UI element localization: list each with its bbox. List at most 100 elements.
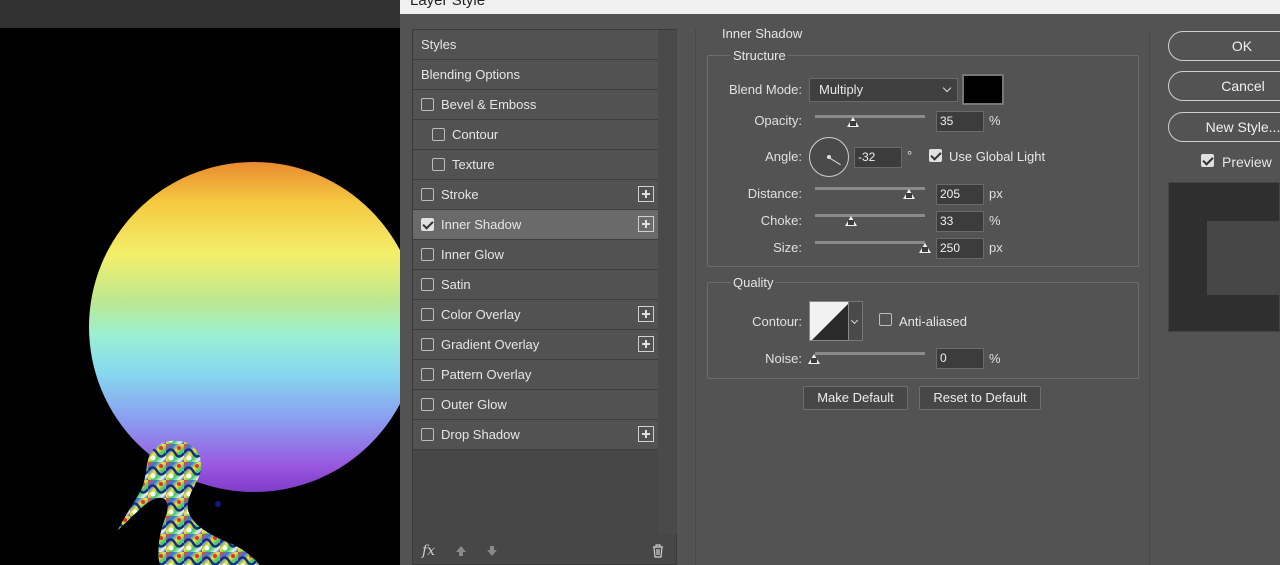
style-item-label: Satin <box>441 277 471 292</box>
style-item-checkbox[interactable] <box>421 278 434 291</box>
style-preview-inner <box>1207 221 1280 295</box>
style-item-pattern-overlay[interactable]: Pattern Overlay <box>413 360 658 390</box>
style-item-contour[interactable]: Contour <box>413 120 658 150</box>
style-item-drop-shadow[interactable]: Drop Shadow <box>413 420 658 450</box>
opacity-slider-thumb[interactable] <box>847 117 859 127</box>
style-item-label: Inner Glow <box>441 247 504 262</box>
style-item-styles[interactable]: Styles <box>413 30 658 60</box>
add-effect-plus-icon[interactable] <box>638 306 654 322</box>
distance-slider-thumb[interactable] <box>903 189 915 199</box>
preview-checkbox[interactable] <box>1201 154 1214 167</box>
angle-unit: ° <box>907 148 913 163</box>
cancel-button[interactable]: Cancel <box>1168 71 1280 101</box>
fx-button[interactable]: fx <box>422 543 435 559</box>
style-item-checkbox[interactable] <box>421 248 434 261</box>
reset-to-default-button[interactable]: Reset to Default <box>919 386 1041 410</box>
contour-label: Contour: <box>752 314 802 329</box>
style-item-checkbox[interactable] <box>432 128 445 141</box>
styles-panel: Styles Blending Options Bevel & Emboss Cont… <box>412 29 677 565</box>
style-item-blending-options[interactable]: Blending Options <box>413 60 658 90</box>
shadow-color-swatch[interactable] <box>962 74 1004 105</box>
duck-silhouette-image <box>118 440 260 565</box>
app-top-bar <box>0 0 400 28</box>
size-slider-track[interactable] <box>815 241 925 244</box>
chevron-down-icon <box>942 83 952 93</box>
chevron-down-icon <box>850 316 859 325</box>
arrow-up-icon[interactable] <box>454 544 468 558</box>
choke-slider-track[interactable] <box>815 214 925 217</box>
structure-title: Structure <box>731 48 788 63</box>
layer-style-dialog: Layer Style Styles Blending Options Bevel … <box>400 0 1280 565</box>
style-item-label: Blending Options <box>421 67 521 82</box>
distance-unit: px <box>989 186 1003 201</box>
angle-dial[interactable] <box>809 137 849 177</box>
contour-picker[interactable] <box>809 301 849 341</box>
size-unit: px <box>989 240 1003 255</box>
new-style-label: New Style... <box>1205 119 1280 135</box>
style-preview-thumbnail <box>1168 182 1280 332</box>
opacity-input[interactable]: 35 <box>936 111 984 132</box>
style-item-satin[interactable]: Satin <box>413 270 658 300</box>
style-item-color-overlay[interactable]: Color Overlay <box>413 300 658 330</box>
noise-unit: % <box>989 351 1001 366</box>
style-item-checkbox[interactable] <box>421 398 434 411</box>
noise-input[interactable]: 0 <box>936 348 984 369</box>
size-label: Size: <box>773 240 802 255</box>
style-item-label: Inner Shadow <box>441 217 522 232</box>
panel-divider <box>695 29 696 565</box>
style-item-label: Drop Shadow <box>441 427 520 442</box>
new-style-button[interactable]: New Style... <box>1168 112 1280 142</box>
angle-input[interactable]: -32 <box>854 147 902 168</box>
choke-label: Choke: <box>760 213 802 228</box>
styles-list: Styles Blending Options Bevel & Emboss Cont… <box>413 30 658 450</box>
style-item-checkbox[interactable] <box>421 338 434 351</box>
right-divider <box>1149 29 1150 565</box>
style-item-checkbox[interactable] <box>421 428 434 441</box>
style-item-gradient-overlay[interactable]: Gradient Overlay <box>413 330 658 360</box>
add-effect-plus-icon[interactable] <box>638 216 654 232</box>
style-item-bevel-emboss[interactable]: Bevel & Emboss <box>413 90 658 120</box>
style-item-checkbox[interactable] <box>421 308 434 321</box>
style-item-outer-glow[interactable]: Outer Glow <box>413 390 658 420</box>
quality-title: Quality <box>731 275 776 290</box>
ok-button[interactable]: OK <box>1168 31 1280 61</box>
style-item-inner-shadow[interactable]: Inner Shadow <box>413 210 658 240</box>
style-item-checkbox[interactable] <box>421 188 434 201</box>
blend-mode-select[interactable]: Multiply <box>809 78 958 102</box>
angle-center-dot <box>827 155 831 159</box>
opacity-slider-track[interactable] <box>815 115 925 118</box>
cancel-label: Cancel <box>1221 78 1265 94</box>
style-item-checkbox[interactable] <box>432 158 445 171</box>
inner-shadow-title: Inner Shadow <box>722 26 803 41</box>
size-slider-thumb[interactable] <box>919 243 931 253</box>
noise-slider-thumb[interactable] <box>808 354 820 364</box>
styles-list-scrollbar[interactable] <box>658 30 677 534</box>
noise-slider-track[interactable] <box>815 352 925 355</box>
add-effect-plus-icon[interactable] <box>638 186 654 202</box>
use-global-light-label: Use Global Light <box>949 149 1046 164</box>
choke-input[interactable]: 33 <box>936 211 984 232</box>
blend-mode-value: Multiply <box>819 82 864 97</box>
arrow-down-icon[interactable] <box>485 544 499 558</box>
contour-dropdown-button[interactable] <box>849 301 863 341</box>
dialog-title: Layer Style <box>410 0 486 9</box>
opacity-unit: % <box>989 113 1001 128</box>
style-item-checkbox[interactable] <box>421 218 434 231</box>
style-item-checkbox[interactable] <box>421 368 434 381</box>
add-effect-plus-icon[interactable] <box>638 336 654 352</box>
size-input[interactable]: 250 <box>936 238 984 259</box>
style-item-checkbox[interactable] <box>421 98 434 111</box>
trash-icon[interactable] <box>652 544 664 558</box>
style-item-inner-glow[interactable]: Inner Glow <box>413 240 658 270</box>
anti-aliased-checkbox[interactable] <box>879 313 892 326</box>
make-default-button[interactable]: Make Default <box>803 386 908 410</box>
choke-unit: % <box>989 213 1001 228</box>
style-item-texture[interactable]: Texture <box>413 150 658 180</box>
style-item-label: Stroke <box>441 187 479 202</box>
style-item-stroke[interactable]: Stroke <box>413 180 658 210</box>
distance-input[interactable]: 205 <box>936 184 984 205</box>
choke-slider-thumb[interactable] <box>845 216 857 226</box>
preview-label: Preview <box>1222 154 1272 170</box>
use-global-light-checkbox[interactable] <box>929 149 942 162</box>
add-effect-plus-icon[interactable] <box>638 426 654 442</box>
